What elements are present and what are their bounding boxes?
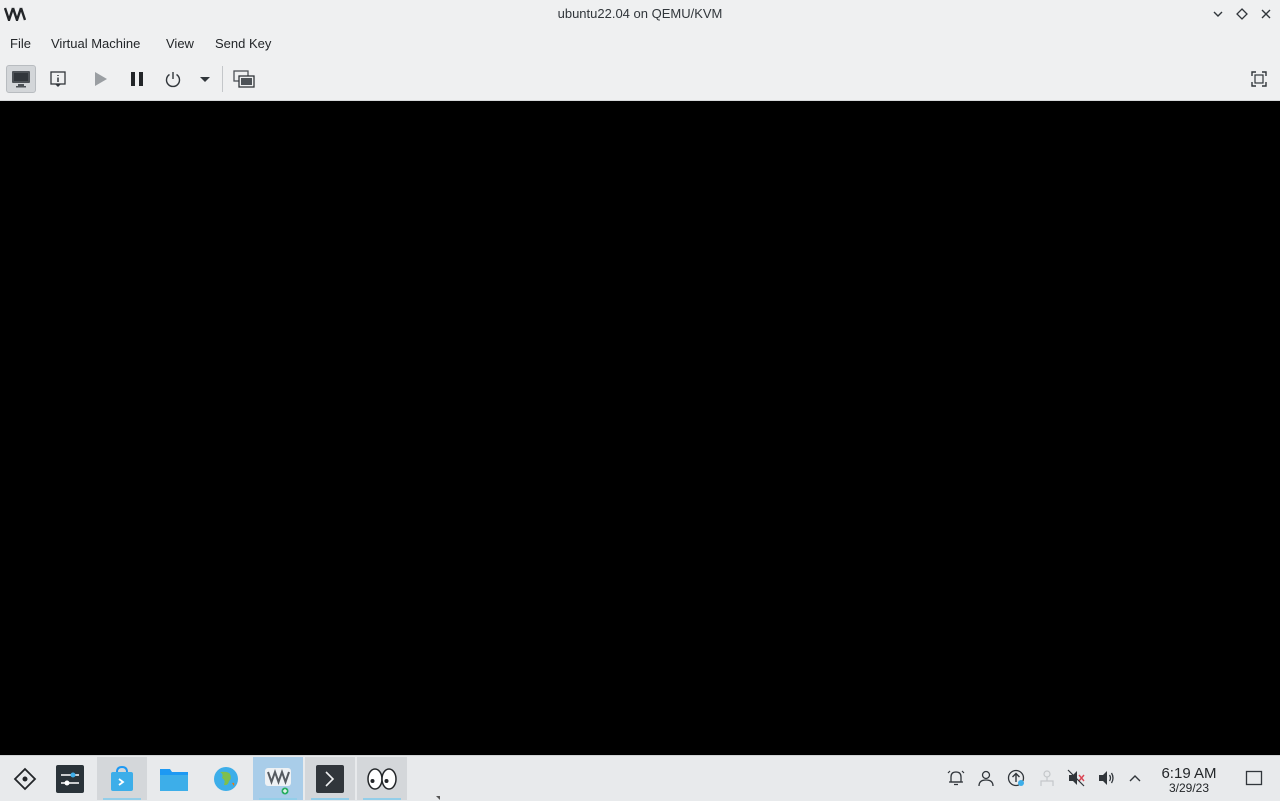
show-desktop-icon[interactable] — [1245, 769, 1263, 787]
virt-manager-icon — [265, 767, 291, 794]
chevron-down-icon — [200, 77, 210, 82]
muted-icon[interactable] — [1067, 769, 1085, 787]
run-button[interactable] — [85, 65, 115, 93]
discover-icon — [111, 765, 133, 791]
pause-button[interactable] — [122, 65, 152, 93]
monitor-icon — [12, 71, 30, 88]
power-icon — [165, 72, 181, 88]
play-icon — [95, 72, 107, 86]
vm-console-display[interactable] — [0, 101, 1280, 755]
eyes-icon — [367, 767, 397, 790]
menu-view[interactable]: View — [166, 36, 194, 51]
web-browser-button[interactable] — [201, 757, 251, 800]
mouse-cursor — [436, 796, 440, 800]
pause-icon — [131, 72, 143, 86]
file-manager-button[interactable] — [149, 757, 199, 800]
terminal-button[interactable] — [305, 757, 355, 800]
folder-icon — [160, 768, 188, 791]
terminal-icon — [316, 764, 344, 793]
graphical-console-button[interactable] — [6, 65, 36, 93]
virtual-machine-manager-button[interactable] — [253, 757, 303, 800]
settings-icon — [56, 764, 84, 793]
network-icon[interactable] — [1038, 769, 1056, 787]
info-icon — [50, 71, 66, 87]
menu-file[interactable]: File — [10, 36, 31, 51]
close-button[interactable] — [1257, 5, 1275, 23]
discover-button[interactable] — [97, 757, 147, 800]
toolbar — [0, 58, 1280, 101]
title-bar: ubuntu22.04 on QEMU/KVM — [0, 0, 1280, 28]
shutdown-options-dropdown[interactable] — [190, 65, 220, 93]
application-launcher-button[interactable] — [0, 757, 50, 800]
fullscreen-icon — [1251, 71, 1267, 87]
clock-date[interactable]: 3/29/23 — [1150, 781, 1228, 795]
window-title: ubuntu22.04 on QEMU/KVM — [557, 6, 723, 21]
minimize-button[interactable] — [1209, 5, 1227, 23]
shutdown-button[interactable] — [158, 65, 188, 93]
menu-send-key[interactable]: Send Key — [215, 36, 271, 51]
globe-icon — [214, 766, 238, 791]
toolbar-separator — [222, 66, 223, 92]
notifications-icon[interactable] — [947, 769, 965, 787]
menu-bar: File Virtual Machine View Send Key — [0, 28, 1280, 58]
snapshots-button[interactable] — [229, 65, 259, 93]
show-hidden-icons-chevron-up-icon[interactable] — [1126, 769, 1144, 787]
hardware-details-button[interactable] — [43, 65, 73, 93]
menu-virtual-machine[interactable]: Virtual Machine — [51, 36, 140, 51]
updates-icon[interactable] — [1007, 769, 1025, 787]
system-settings-button[interactable] — [45, 757, 95, 800]
keep-above-button[interactable] — [1233, 5, 1251, 23]
fullscreen-button[interactable] — [1244, 65, 1274, 93]
snapshots-icon — [233, 70, 255, 88]
volume-icon[interactable] — [1097, 769, 1115, 787]
user-icon[interactable] — [977, 769, 995, 787]
eyes-button[interactable] — [357, 757, 407, 800]
clock-time[interactable]: 6:19 AM — [1150, 765, 1228, 782]
taskbar: 6:19 AM 3/29/23 — [0, 755, 1280, 801]
launcher-icon — [13, 767, 37, 790]
